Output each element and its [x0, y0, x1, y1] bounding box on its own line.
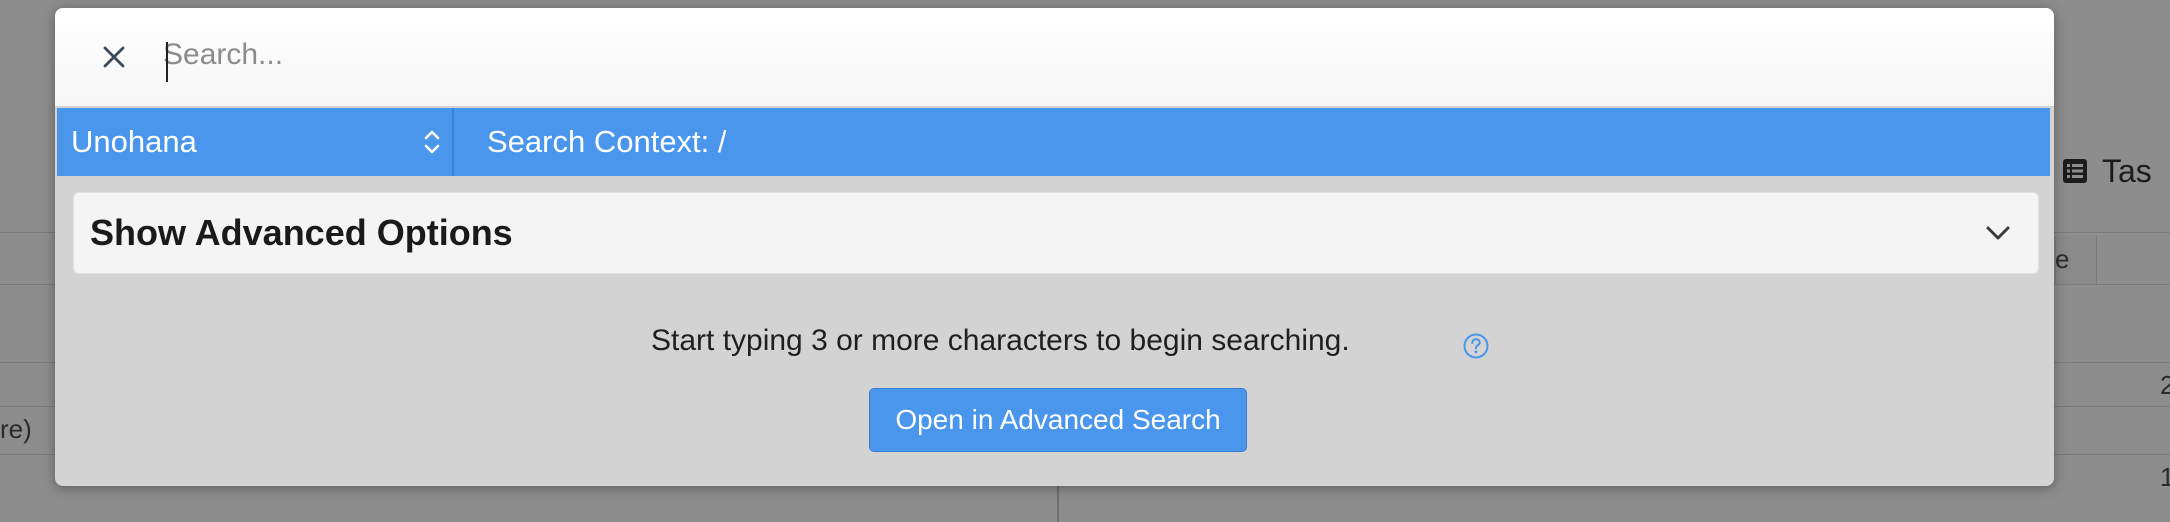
open-advanced-search-button[interactable]: Open in Advanced Search: [869, 388, 1247, 452]
bg-row-number: 1: [2160, 462, 2170, 492]
namespace-select-value: Unohana: [71, 124, 197, 159]
advanced-options-label: Show Advanced Options: [90, 212, 513, 253]
namespace-select[interactable]: Unohana: [57, 108, 454, 176]
search-input[interactable]: [163, 30, 1863, 80]
close-icon: [103, 46, 125, 68]
close-button[interactable]: [97, 40, 131, 74]
bg-row-number: 2: [2160, 370, 2170, 400]
tasks-tab-label: Tas: [2102, 152, 2152, 189]
up-down-chevron-icon: [424, 130, 440, 154]
search-bar: [55, 8, 2054, 106]
tasks-tab[interactable]: Tas: [2062, 140, 2170, 202]
search-modal: Unohana Search Context: / Show Advanced …: [55, 8, 2054, 486]
bg-row-text: re): [0, 414, 32, 444]
list-icon: [2063, 159, 2087, 183]
search-hint-text: Start typing 3 or more characters to beg…: [651, 324, 1350, 357]
advanced-options-toggle[interactable]: Show Advanced Options: [73, 192, 2039, 274]
search-context-bar: Unohana Search Context: /: [57, 108, 2050, 176]
bg-header-fragment: e: [2055, 244, 2070, 274]
chevron-down-icon: [1986, 226, 2010, 240]
search-context-label: Search Context: /: [487, 124, 727, 159]
question-circle-icon[interactable]: [1462, 332, 1490, 360]
search-hint-row: Start typing 3 or more characters to beg…: [55, 318, 2054, 368]
text-caret: [166, 42, 168, 82]
